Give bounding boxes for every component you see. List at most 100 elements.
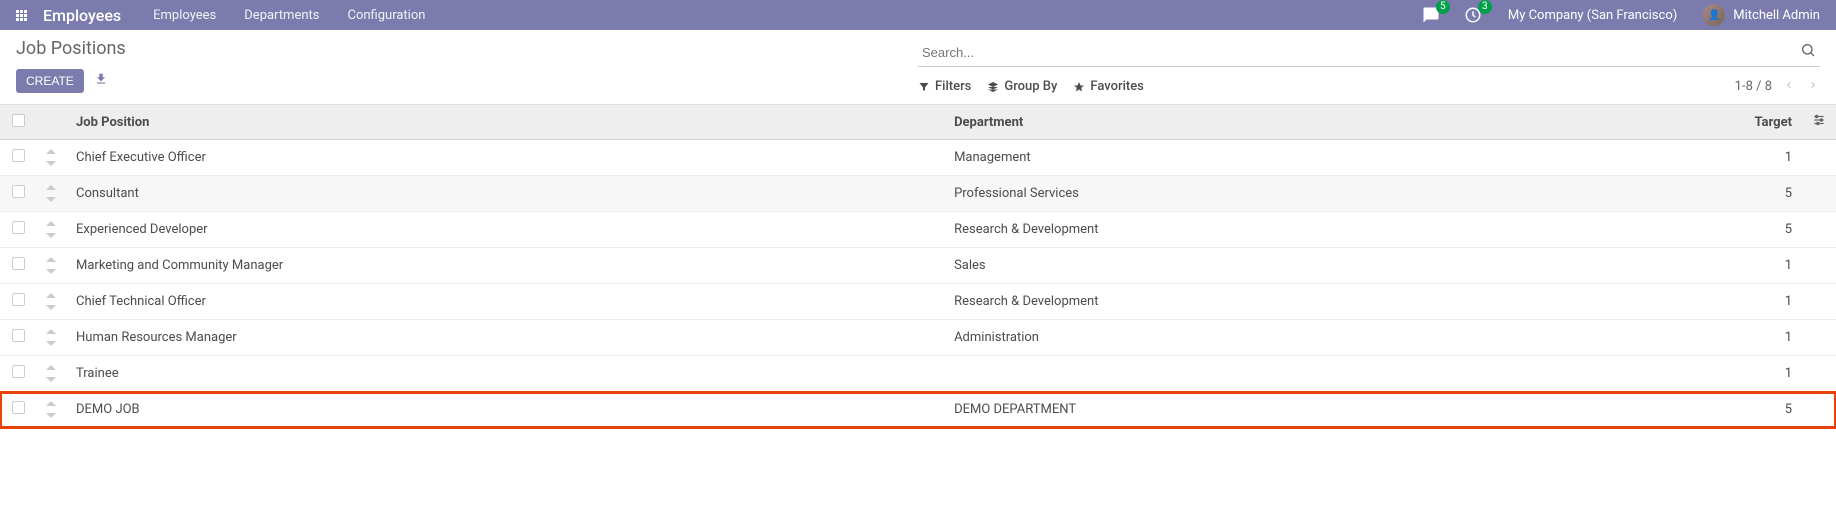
app-brand[interactable]: Employees: [35, 6, 139, 25]
nav-right: 5 3 My Company (San Francisco) 👤 Mitchel…: [1414, 2, 1828, 28]
select-all-checkbox[interactable]: [12, 114, 25, 127]
messages-button[interactable]: 5: [1414, 2, 1448, 28]
table-row[interactable]: Human Resources Manager Administration 1: [0, 320, 1836, 356]
cell-department: DEMO DEPARTMENT: [944, 392, 1579, 428]
control-panel: Job Positions CREATE Filters Group: [0, 30, 1836, 105]
nav-menu-employees[interactable]: Employees: [139, 8, 230, 23]
messages-badge: 5: [1436, 0, 1450, 14]
table-row[interactable]: Chief Technical Officer Research & Devel…: [0, 284, 1836, 320]
header-handle-col: [36, 105, 66, 140]
pager-range[interactable]: 1-8 / 8: [1735, 79, 1772, 94]
cell-job-position: Experienced Developer: [66, 212, 944, 248]
cell-job-position: Trainee: [66, 356, 944, 392]
pager: 1-8 / 8: [1735, 77, 1820, 96]
table-row[interactable]: DEMO JOB DEMO DEPARTMENT 5: [0, 392, 1836, 428]
header-department[interactable]: Department: [944, 105, 1579, 140]
row-checkbox[interactable]: [12, 221, 25, 234]
cell-job-position: Marketing and Community Manager: [66, 248, 944, 284]
row-checkbox[interactable]: [12, 257, 25, 270]
cell-target: 5: [1580, 212, 1802, 248]
table-row[interactable]: Consultant Professional Services 5: [0, 176, 1836, 212]
cell-department: [944, 356, 1579, 392]
cell-target: 1: [1580, 284, 1802, 320]
control-panel-right: Filters Group By Favorites 1-8 / 8: [918, 38, 1820, 96]
row-checkbox[interactable]: [12, 365, 25, 378]
layers-icon: [987, 81, 999, 93]
import-button[interactable]: [94, 72, 108, 90]
download-icon: [94, 72, 108, 86]
chevron-left-icon: [1784, 80, 1794, 90]
cell-job-position: Human Resources Manager: [66, 320, 944, 356]
row-checkbox[interactable]: [12, 149, 25, 162]
chevron-right-icon: [1808, 80, 1818, 90]
pager-next[interactable]: [1806, 77, 1820, 96]
drag-handle-icon[interactable]: [46, 147, 56, 168]
company-selector[interactable]: My Company (San Francisco): [1498, 8, 1687, 23]
drag-handle-icon[interactable]: [46, 327, 56, 348]
table-row[interactable]: Trainee 1: [0, 356, 1836, 392]
header-checkbox-col: [0, 105, 36, 140]
nav-menu-departments[interactable]: Departments: [230, 8, 333, 23]
cell-job-position: DEMO JOB: [66, 392, 944, 428]
drag-handle-icon[interactable]: [46, 255, 56, 276]
activities-button[interactable]: 3: [1456, 2, 1490, 28]
control-panel-left: Job Positions CREATE: [16, 38, 918, 93]
cell-department: Research & Development: [944, 284, 1579, 320]
filters-label: Filters: [935, 79, 971, 94]
job-positions-table: Job Position Department Target Chief Exe…: [0, 105, 1836, 428]
header-job-position[interactable]: Job Position: [66, 105, 944, 140]
header-target[interactable]: Target: [1580, 105, 1802, 140]
row-checkbox[interactable]: [12, 185, 25, 198]
user-menu[interactable]: 👤 Mitchell Admin: [1695, 4, 1828, 26]
cell-target: 5: [1580, 176, 1802, 212]
group-by-label: Group By: [1004, 79, 1057, 94]
table-row[interactable]: Experienced Developer Research & Develop…: [0, 212, 1836, 248]
control-panel-buttons: CREATE: [16, 69, 918, 93]
table-row[interactable]: Marketing and Community Manager Sales 1: [0, 248, 1836, 284]
cell-job-position: Chief Executive Officer: [66, 140, 944, 176]
sliders-icon: [1812, 113, 1826, 127]
cell-department: Research & Development: [944, 212, 1579, 248]
drag-handle-icon[interactable]: [46, 291, 56, 312]
row-checkbox[interactable]: [12, 329, 25, 342]
pager-prev[interactable]: [1782, 77, 1796, 96]
breadcrumb: Job Positions: [16, 38, 918, 59]
drag-handle-icon[interactable]: [46, 399, 56, 420]
columns-settings-button[interactable]: [1812, 116, 1826, 131]
avatar: 👤: [1703, 4, 1725, 26]
drag-handle-icon[interactable]: [46, 183, 56, 204]
cell-target: 1: [1580, 356, 1802, 392]
table-row[interactable]: Chief Executive Officer Management 1: [0, 140, 1836, 176]
create-button[interactable]: CREATE: [16, 69, 84, 93]
search-input[interactable]: [918, 39, 1796, 66]
nav-left: Employees Employees Departments Configur…: [8, 2, 439, 29]
cell-job-position: Chief Technical Officer: [66, 284, 944, 320]
cell-department: Management: [944, 140, 1579, 176]
drag-handle-icon[interactable]: [46, 219, 56, 240]
cell-department: Administration: [944, 320, 1579, 356]
favorites-label: Favorites: [1090, 79, 1143, 94]
group-by-button[interactable]: Group By: [987, 79, 1057, 94]
cell-department: Professional Services: [944, 176, 1579, 212]
user-name: Mitchell Admin: [1733, 8, 1820, 23]
header-settings-col: [1802, 105, 1836, 140]
search-buttons: Filters Group By Favorites: [918, 79, 1144, 94]
navbar: Employees Employees Departments Configur…: [0, 0, 1836, 30]
activities-badge: 3: [1478, 0, 1492, 14]
apps-icon[interactable]: [8, 2, 35, 29]
cell-target: 1: [1580, 320, 1802, 356]
row-checkbox[interactable]: [12, 293, 25, 306]
favorites-button[interactable]: Favorites: [1073, 79, 1143, 94]
search-wrapper: [918, 38, 1820, 67]
filters-button[interactable]: Filters: [918, 79, 971, 94]
row-checkbox[interactable]: [12, 401, 25, 414]
cell-department: Sales: [944, 248, 1579, 284]
star-icon: [1073, 81, 1085, 93]
drag-handle-icon[interactable]: [46, 363, 56, 384]
search-options: Filters Group By Favorites 1-8 / 8: [918, 77, 1820, 96]
search-icon[interactable]: [1796, 38, 1820, 66]
cell-job-position: Consultant: [66, 176, 944, 212]
filter-icon: [918, 81, 930, 93]
cell-target: 1: [1580, 140, 1802, 176]
nav-menu-configuration[interactable]: Configuration: [333, 8, 439, 23]
